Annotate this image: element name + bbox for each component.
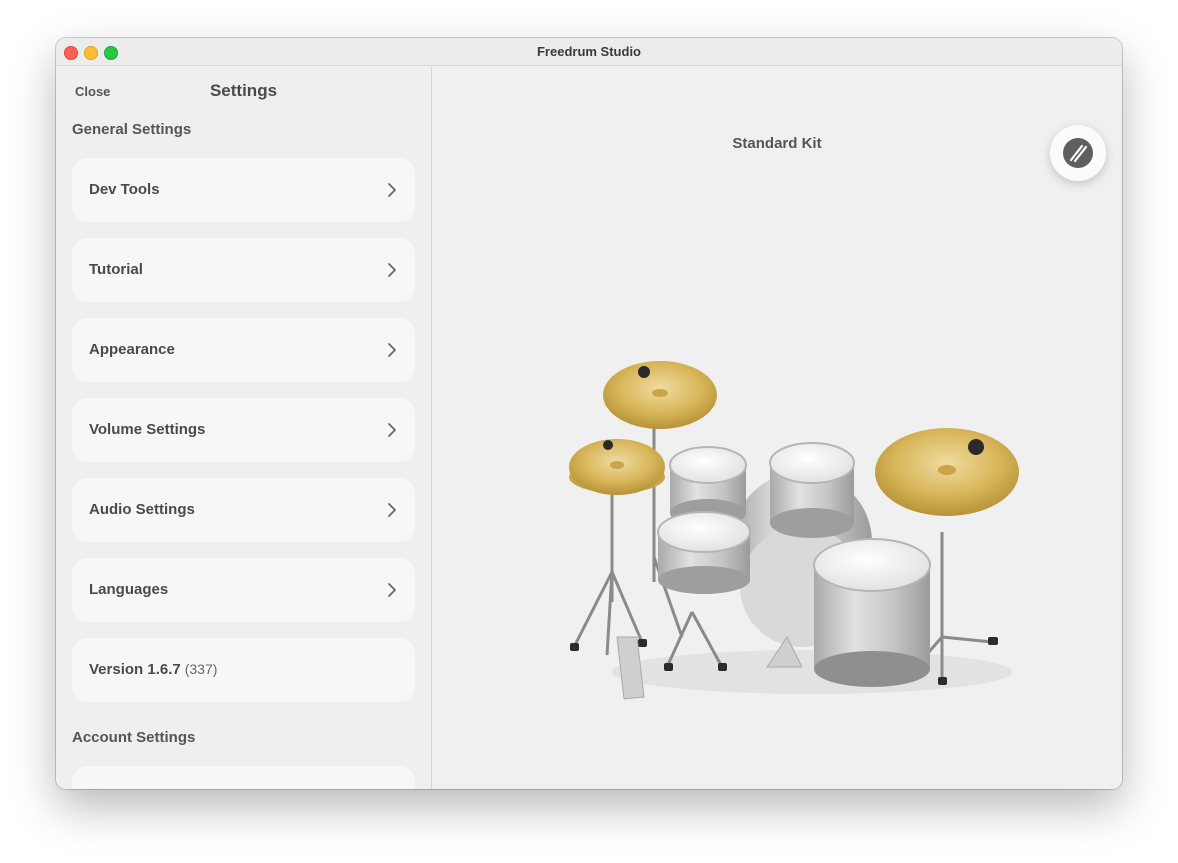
item-label: Appearance [89, 341, 175, 358]
item-label: Volume Settings [89, 421, 206, 438]
settings-sidebar: Close Settings General Settings Dev Tool… [56, 67, 432, 789]
build-number: (337) [184, 661, 218, 677]
settings-title: Settings [209, 81, 278, 100]
kit-name: Standard Kit [732, 135, 822, 152]
chevron-right-icon [388, 343, 396, 357]
appearance-item[interactable]: Appearance [72, 318, 415, 382]
window-title: Freedrum Studio [536, 44, 641, 59]
chevron-right-icon [388, 183, 396, 197]
drumsticks-icon [1063, 138, 1093, 168]
item-label: Dev Tools [89, 181, 160, 198]
chevron-right-icon [388, 263, 396, 277]
dev-tools-item[interactable]: Dev Tools [72, 158, 415, 222]
app-window: Freedrum Studio Close Settings General S… [56, 38, 1122, 789]
item-label: Audio Settings [89, 501, 195, 518]
item-label: Tutorial [89, 261, 143, 278]
item-label: Languages [89, 581, 169, 598]
chevron-right-icon [388, 503, 396, 517]
drum-kit-image[interactable] [562, 337, 1022, 707]
tutorial-item[interactable]: Tutorial [72, 238, 415, 302]
account-settings-heading: Account Settings [72, 729, 196, 746]
general-settings-heading: General Settings [72, 121, 192, 138]
title-bar: Freedrum Studio [56, 38, 1122, 66]
chevron-right-icon [388, 423, 396, 437]
version-number: Version 1.6.7 [89, 661, 181, 678]
account-item[interactable] [72, 766, 415, 789]
audio-settings-item[interactable]: Audio Settings [72, 478, 415, 542]
version-label: Version 1.6.7 (337) [89, 661, 217, 678]
drumsticks-button[interactable] [1050, 125, 1106, 181]
volume-settings-item[interactable]: Volume Settings [72, 398, 415, 462]
chevron-right-icon [388, 583, 396, 597]
languages-item[interactable]: Languages [72, 558, 415, 622]
version-item: Version 1.6.7 (337) [72, 638, 415, 702]
kit-view: Standard Kit [432, 67, 1122, 789]
